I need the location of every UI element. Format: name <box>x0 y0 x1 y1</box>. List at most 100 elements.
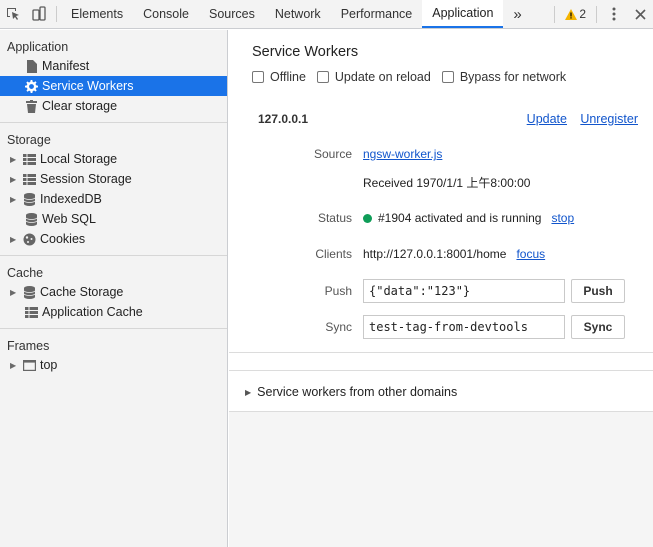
checkbox-box[interactable] <box>441 71 454 83</box>
section-title: Cache <box>7 266 44 280</box>
sidebar-item-label: top <box>40 358 58 372</box>
section-title: Application <box>7 40 69 54</box>
sidebar-item-local-storage[interactable]: ▶ Local Storage <box>0 149 227 169</box>
frame-icon <box>22 358 36 372</box>
expand-arrow-icon[interactable]: ▶ <box>10 195 22 204</box>
worker-origin-row: 127.0.0.1 Update Unregister <box>258 112 638 126</box>
sidebar-item-label: IndexedDB <box>40 192 102 206</box>
other-domains-toggle[interactable]: ▶ Service workers from other domains <box>245 385 457 399</box>
service-workers-panel: Service Workers Offline Update on reload… <box>229 30 653 547</box>
database-icon <box>22 285 36 299</box>
sidebar-item-label: Service Workers <box>42 79 134 93</box>
bypass-for-network-checkbox[interactable]: Bypass for network <box>441 70 567 84</box>
source-label: Source <box>313 147 352 161</box>
sidebar-item-session-storage[interactable]: ▶ Session Storage <box>0 169 227 189</box>
sync-row: Sync Sync <box>229 315 653 339</box>
received-time: Received 1970/1/1 上午8:00:00 <box>363 175 531 190</box>
expand-arrow-icon[interactable]: ▶ <box>10 155 22 164</box>
sidebar-item-label: Application Cache <box>42 305 143 319</box>
warning-count: 2 <box>579 7 586 21</box>
sync-tag-input[interactable] <box>363 315 565 339</box>
source-row: Source ngsw-worker.js <box>229 143 653 165</box>
sidebar-section-application: Application Manifest Service Workers Cle… <box>0 30 227 123</box>
push-data-input[interactable] <box>363 279 565 303</box>
unregister-link[interactable]: Unregister <box>580 112 638 126</box>
inspect-element-icon[interactable] <box>0 0 26 28</box>
sidebar-item-label: Session Storage <box>40 172 132 186</box>
more-tabs-button[interactable]: » <box>503 0 531 28</box>
sidebar-item-service-workers[interactable]: Service Workers <box>0 76 227 96</box>
update-on-reload-checkbox[interactable]: Update on reload <box>316 70 431 84</box>
device-toolbar-icon[interactable] <box>26 0 52 28</box>
cookie-icon <box>22 232 36 246</box>
client-url: http://127.0.0.1:8001/home <box>363 247 507 261</box>
tab-console[interactable]: Console <box>133 0 199 28</box>
warnings-counter[interactable]: 2 <box>559 7 592 21</box>
warning-icon <box>565 8 578 20</box>
sidebar-item-cache-storage[interactable]: ▶ Cache Storage <box>0 282 227 302</box>
grid-icon <box>22 152 36 166</box>
close-icon[interactable] <box>627 8 653 20</box>
grid-icon <box>24 305 38 319</box>
expand-arrow-icon: ▶ <box>245 387 252 397</box>
status-row: Status #1904 activated and is running st… <box>229 207 653 229</box>
document-icon <box>24 59 38 73</box>
received-row: Received 1970/1/1 上午8:00:00 <box>229 171 653 193</box>
page-title: Service Workers <box>252 44 359 60</box>
sidebar-item-cookies[interactable]: ▶ Cookies <box>0 229 227 249</box>
stop-link[interactable]: stop <box>551 211 574 225</box>
sidebar-item-manifest[interactable]: Manifest <box>0 56 227 76</box>
sync-button[interactable]: Sync <box>571 315 625 339</box>
expand-arrow-icon[interactable]: ▶ <box>10 175 22 184</box>
section-divider <box>229 352 653 353</box>
tab-sources[interactable]: Sources <box>199 0 265 28</box>
tab-performance[interactable]: Performance <box>331 0 423 28</box>
sidebar-section-cache: Cache ▶ Cache Storage Application Cache <box>0 256 227 329</box>
application-sidebar: Application Manifest Service Workers Cle… <box>0 30 228 547</box>
sidebar-item-label: Cache Storage <box>40 285 124 299</box>
update-link[interactable]: Update <box>527 112 567 126</box>
source-file-link[interactable]: ngsw-worker.js <box>363 147 442 161</box>
empty-area <box>229 412 653 547</box>
sidebar-item-clear-storage[interactable]: Clear storage <box>0 96 227 116</box>
tab-elements[interactable]: Elements <box>61 0 133 28</box>
sidebar-item-label: Manifest <box>42 59 90 73</box>
database-icon <box>24 212 38 226</box>
options-row: Offline Update on reload Bypass for netw… <box>252 68 630 86</box>
section-title: Storage <box>7 133 51 147</box>
status-indicator <box>363 213 372 223</box>
tab-network[interactable]: Network <box>265 0 331 28</box>
sidebar-item-label: Clear storage <box>42 99 118 113</box>
checkbox-label: Bypass for network <box>459 70 567 84</box>
checkbox-label: Offline <box>270 70 306 84</box>
section-divider <box>229 370 653 371</box>
checkbox-box[interactable] <box>316 71 329 83</box>
expand-arrow-icon[interactable]: ▶ <box>10 288 22 297</box>
toolbar-separator <box>554 5 556 23</box>
status-label: Status <box>317 211 352 225</box>
gear-icon <box>24 79 38 93</box>
section-title: Frames <box>7 339 50 353</box>
worker-origin: 127.0.0.1 <box>258 112 309 126</box>
offline-checkbox[interactable]: Offline <box>252 70 306 84</box>
focus-link[interactable]: focus <box>516 247 545 261</box>
sidebar-item-frame-top[interactable]: ▶ top <box>0 355 227 375</box>
push-row: Push Push <box>229 279 653 303</box>
tab-application[interactable]: Application <box>422 0 504 28</box>
checkbox-box[interactable] <box>252 71 264 83</box>
sidebar-item-web-sql[interactable]: Web SQL <box>0 209 227 229</box>
kebab-menu-icon[interactable] <box>601 7 627 21</box>
expand-arrow-icon[interactable]: ▶ <box>10 235 22 244</box>
toolbar-separator <box>596 5 597 23</box>
sidebar-item-application-cache[interactable]: Application Cache <box>0 302 227 322</box>
sidebar-section-frames: Frames ▶ top <box>0 329 227 381</box>
sidebar-item-label: Web SQL <box>42 212 96 226</box>
push-button[interactable]: Push <box>571 279 625 303</box>
expand-arrow-icon[interactable]: ▶ <box>10 361 22 370</box>
sidebar-section-storage: Storage ▶ Local Storage ▶ Session Storag… <box>0 123 227 256</box>
push-label: Push <box>324 284 352 298</box>
other-domains-label: Service workers from other domains <box>257 385 458 399</box>
sidebar-item-indexeddb[interactable]: ▶ IndexedDB <box>0 189 227 209</box>
grid-icon <box>22 172 36 186</box>
sync-label: Sync <box>325 320 352 334</box>
